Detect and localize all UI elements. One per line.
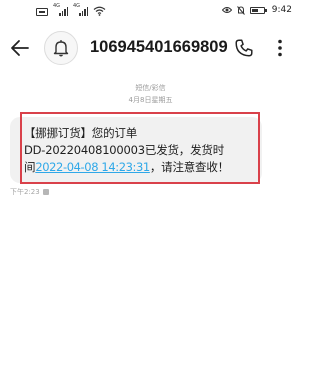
message-sent-time: 下午2:23 [10,188,40,196]
back-arrow-icon[interactable] [8,36,32,60]
conversation-header: 106945401669809 [0,26,301,70]
message-type-label: 短信/彩信 [135,84,166,92]
status-left: 4G 4G [36,3,106,16]
message-line-3-suffix: ，请注意查收！ [149,160,229,174]
datetime-link[interactable]: 2022-04-08 14:23:31 [35,160,150,174]
battery-icon [249,6,267,14]
eye-comfort-icon [221,7,232,13]
message-line-2: DD-20220408100003已发货，发货时 [24,143,224,157]
signal-tag: 4G [53,3,61,9]
signal-strength-icon: 4G [53,3,68,16]
message-meta: 下午2:23 [10,187,49,197]
sim-badge-icon [42,189,49,195]
message-text: 【挪挪订货】您的订单 DD-20220408100003已发货，发货时 间202… [24,125,260,176]
status-bar: 4G 4G 9:42 [0,0,301,22]
message-line-3: 间2022-04-08 14:23:31，请注意查收！ [24,159,260,176]
contact-avatar[interactable] [44,31,78,65]
notification-bell-icon [53,40,69,57]
signal-tag: 4G [73,3,81,9]
sms-conversation-screen: 4G 4G 9:42 106945401669809 短信/彩信 4月8日星期五… [0,0,301,378]
contact-number[interactable]: 106945401669809 [90,38,228,57]
mute-bell-icon [236,5,245,15]
status-right: 9:42 [221,5,292,15]
more-options-icon[interactable] [272,37,288,59]
sim-card-icon [36,8,48,16]
message-line-1: 【挪挪订货】您的订单 [24,126,137,140]
status-time: 9:42 [271,5,292,15]
wifi-icon [93,6,106,16]
signal-strength-icon: 4G [73,3,88,16]
phone-call-icon[interactable] [233,37,255,59]
message-line-3-prefix: 间 [24,160,36,174]
message-date-label: 4月8日星期五 [128,96,173,104]
